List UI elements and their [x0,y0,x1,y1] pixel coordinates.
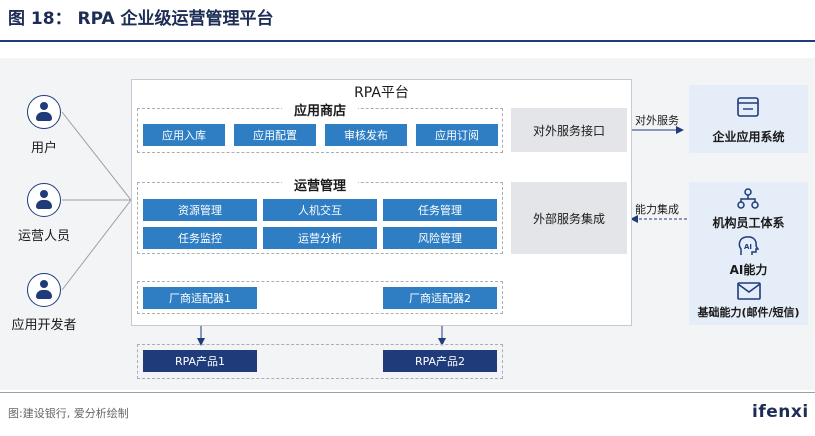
external-service-interface: 对外服务接口 [511,108,627,152]
enterprise-system-label: 企业应用系统 [712,130,785,144]
envelope-icon [737,282,761,300]
developer-avatar-icon [27,273,61,307]
module-review-publish: 审核发布 [325,124,407,146]
module-app-subscribe: 应用订阅 [416,124,498,146]
external-service-integration: 外部服务集成 [511,182,627,254]
module-human-machine: 人机交互 [263,199,377,221]
svg-text:AI: AI [744,243,752,251]
rpa-product-2: RPA产品2 [383,350,497,372]
brand-logo: ifenxi [752,402,809,422]
ops-title: 运营管理 [282,175,358,194]
module-task-monitor: 任务监控 [143,227,257,249]
basic-capability-label: 基础能力(邮件/短信) [697,306,800,319]
module-app-config: 应用配置 [234,124,316,146]
module-risk-mgmt: 风险管理 [383,227,497,249]
module-resource-mgmt: 资源管理 [143,199,257,221]
org-chart-icon [737,188,759,209]
rpa-product-1: RPA产品1 [143,350,257,372]
operator-label: 运营人员 [17,229,70,244]
module-app-intake: 应用入库 [143,124,225,146]
vendor-adapter-1: 厂商适配器1 [143,287,257,309]
module-task-mgmt: 任务管理 [383,199,497,221]
module-ops-analysis: 运营分析 [263,227,377,249]
developer-label: 应用开发者 [11,318,77,333]
source-note: 图:建设银行, 爱分析绘制 [8,407,129,420]
ai-head-icon: AI [738,236,759,255]
window-icon [737,97,759,117]
app-store-title: 应用商店 [282,100,358,119]
vendor-adapter-2: 厂商适配器2 [383,287,497,309]
footer-divider [0,392,815,393]
user-connector-line [61,111,132,201]
platform-title: RPA平台 [354,85,409,101]
user-avatar-icon [27,95,61,129]
ai-capability-label: AI能力 [729,263,768,277]
user-label: 用户 [30,141,57,156]
operator-avatar-icon [27,183,61,217]
org-staff-label: 机构员工体系 [712,216,785,230]
external-service-label: 对外服务 [635,114,679,127]
integration-label: 能力集成 [635,203,679,216]
developer-connector-line [61,199,132,291]
